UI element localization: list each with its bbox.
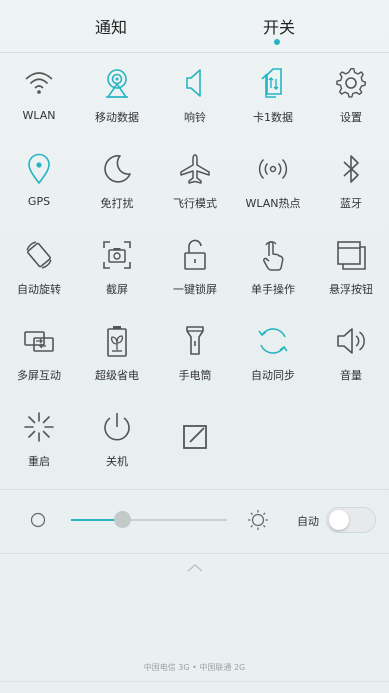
battery-saver-icon (100, 324, 134, 358)
hand-icon (256, 238, 290, 272)
toggle-flashlight[interactable]: 手电筒 (156, 310, 234, 396)
toggle-label: 手电筒 (178, 369, 212, 382)
toggle-hand[interactable]: 单手操作 (234, 224, 312, 310)
toggle-battery-saver[interactable]: 超级省电 (78, 310, 156, 396)
flashlight-icon (178, 324, 212, 358)
unlock-icon (178, 238, 212, 272)
toggle-knob (329, 510, 349, 530)
toggle-rotate[interactable]: 自动旋转 (0, 224, 78, 310)
toggle-power[interactable]: 关机 (78, 396, 156, 482)
brightness-high-icon (248, 510, 268, 530)
toggle-sim-data[interactable]: 卡1数据 (234, 52, 312, 138)
bottom-divider (0, 681, 389, 682)
rotate-icon (22, 238, 56, 272)
toggle-wifi[interactable]: WLAN (0, 52, 78, 138)
wifi-icon (22, 66, 56, 100)
toggle-bluetooth[interactable]: 蓝牙 (312, 138, 389, 224)
toggle-label: 免打扰 (100, 197, 134, 210)
bluetooth-icon (334, 152, 368, 186)
toggle-label: GPS (27, 195, 51, 208)
screenshot-icon (100, 238, 134, 272)
volume-icon (334, 324, 368, 358)
floating-button-icon (334, 238, 368, 272)
toggle-location-pin[interactable]: GPS (0, 138, 78, 224)
brightness-low-icon (30, 512, 46, 528)
toggle-gear[interactable]: 设置 (312, 52, 389, 138)
toggle-label: 多屏互动 (17, 369, 61, 382)
toggle-label: WLAN热点 (245, 197, 301, 210)
toggle-hotspot[interactable]: WLAN热点 (234, 138, 312, 224)
toggle-mobile-data[interactable]: 移动数据 (78, 52, 156, 138)
carrier-text: 中国电信 3G • 中国联通 2G (143, 663, 246, 672)
toggle-edit[interactable] (156, 396, 234, 482)
power-icon (100, 410, 134, 444)
brightness-slider-thumb[interactable] (114, 511, 131, 528)
auto-brightness-toggle[interactable] (326, 507, 376, 533)
grid-divider (0, 489, 389, 490)
toggle-label: 悬浮按钮 (329, 283, 373, 296)
moon-icon (100, 152, 134, 186)
tab-notifications[interactable]: 通知 (95, 14, 127, 38)
toggle-label: 自动同步 (251, 369, 295, 382)
edit-icon (178, 420, 212, 454)
multiscreen-icon (22, 324, 56, 358)
toggle-label: 移动数据 (95, 111, 139, 124)
toggle-label: 卡1数据 (253, 111, 293, 124)
toggle-label: 蓝牙 (340, 197, 362, 210)
toggle-label: 单手操作 (251, 283, 295, 296)
toggle-label: 超级省电 (95, 369, 139, 382)
toggle-label: 关机 (106, 455, 128, 468)
toggle-multiscreen[interactable]: 多屏互动 (0, 310, 78, 396)
tab-bar: 通知 开关 (0, 0, 389, 52)
airplane-icon (178, 152, 212, 186)
toggle-label: 音量 (340, 369, 362, 382)
toggle-label: 截屏 (106, 283, 128, 296)
toggle-label: WLAN (22, 109, 56, 122)
hotspot-icon (256, 152, 290, 186)
gear-icon (334, 66, 368, 100)
toggle-label: 飞行模式 (173, 197, 217, 210)
mobile-data-icon (100, 66, 134, 100)
toggle-label: 设置 (340, 111, 362, 124)
toggle-sync[interactable]: 自动同步 (234, 310, 312, 396)
toggle-volume[interactable]: 音量 (312, 310, 389, 396)
active-tab-indicator (274, 39, 280, 45)
toggle-unlock[interactable]: 一键锁屏 (156, 224, 234, 310)
toggle-label: 一键锁屏 (173, 283, 217, 296)
toggle-label: 响铃 (184, 111, 206, 124)
brightness-divider (0, 553, 389, 554)
restart-icon (22, 410, 56, 444)
sync-icon (256, 324, 290, 358)
toggle-restart[interactable]: 重启 (0, 396, 78, 482)
toggle-label: 自动旋转 (17, 283, 61, 296)
location-pin-icon (22, 152, 56, 186)
toggle-screenshot[interactable]: 截屏 (78, 224, 156, 310)
toggle-airplane[interactable]: 飞行模式 (156, 138, 234, 224)
toggle-floating-button[interactable]: 悬浮按钮 (312, 224, 389, 310)
sim-data-icon (256, 66, 290, 100)
auto-brightness-label: 自动 (297, 515, 319, 528)
chevron-up-icon[interactable] (185, 563, 205, 573)
toggle-ringer[interactable]: 响铃 (156, 52, 234, 138)
toggle-moon[interactable]: 免打扰 (78, 138, 156, 224)
tab-switches[interactable]: 开关 (263, 14, 295, 38)
toggle-label: 重启 (28, 455, 50, 468)
ringer-icon (178, 66, 212, 100)
brightness-track[interactable] (123, 519, 227, 521)
